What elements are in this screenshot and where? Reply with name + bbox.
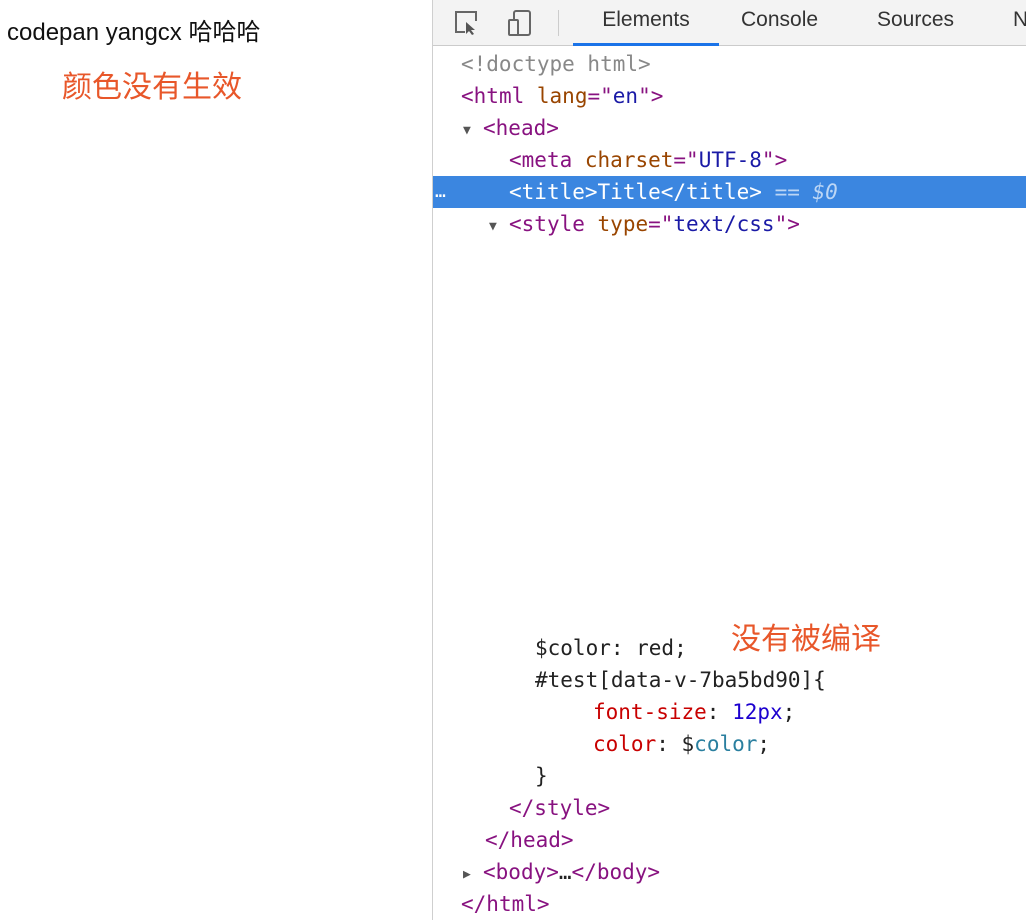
tab-sources[interactable]: Sources <box>877 0 954 46</box>
expand-triangle-icon[interactable]: ▼ <box>463 115 483 147</box>
dom-node-html-close[interactable]: </html> <box>433 888 1026 920</box>
dom-node-head-close[interactable]: </head> <box>433 824 1026 856</box>
attr-value: UTF-8 <box>698 148 762 172</box>
dom-node-style[interactable]: ▼ <style type="text/css"> <box>433 208 1026 240</box>
attr-value: en <box>612 84 639 108</box>
tag-name: body <box>596 860 648 884</box>
tag-name: title <box>521 180 585 204</box>
tag-name: style <box>521 212 585 236</box>
attr-name: charset <box>584 148 674 172</box>
css-property: color <box>593 732 657 756</box>
device-toolbar-icon[interactable] <box>506 9 534 37</box>
toolbar-divider <box>558 10 559 36</box>
tag-name: meta <box>521 148 573 172</box>
css-value: 12px <box>732 700 783 724</box>
title-text: Title <box>597 180 661 204</box>
page-heading: codepan yangcx 哈哈哈 <box>7 19 261 46</box>
tag-name: html <box>473 84 525 108</box>
collapsed-ellipsis[interactable]: … <box>559 860 572 884</box>
css-property: font-size <box>593 700 707 724</box>
attr-name: type <box>597 212 649 236</box>
dom-tree: <!doctype html> <html lang="en"> ▼ <head>… <box>433 46 1026 920</box>
tag-name: body <box>495 860 547 884</box>
devtools-panel: Elements Console Sources N <!doctype htm… <box>432 0 1026 920</box>
css-var-decl: $color: red; <box>535 636 687 660</box>
tag-name: head <box>510 828 561 852</box>
dom-node-title-selected[interactable]: … <title>Title</title> == $0 <box>433 176 1026 208</box>
more-options-icon[interactable]: … <box>435 176 446 208</box>
dom-node-doctype[interactable]: <!doctype html> <box>433 48 1026 80</box>
selected-node-marker: == $0 <box>774 180 838 204</box>
page-preview: codepan yangcx 哈哈哈 颜色没有生效 <box>0 0 432 920</box>
attr-name: lang <box>536 84 588 108</box>
dom-node-head[interactable]: ▼ <head> <box>433 112 1026 144</box>
expand-triangle-icon[interactable]: ▼ <box>489 211 509 243</box>
css-value: color <box>694 732 758 756</box>
css-text-font-size: font-size: 12px; <box>593 700 796 724</box>
css-text-selector: #test[data-v-7ba5bd90]{ <box>433 664 1026 696</box>
devtools-toolbar: Elements Console Sources N <box>433 0 1026 46</box>
dom-node-body[interactable]: ▶ <body>…</body> <box>433 856 1026 888</box>
dom-node-html[interactable]: <html lang="en"> <box>433 80 1026 112</box>
doctype-text: <!doctype html> <box>461 52 651 76</box>
css-close-brace: } <box>535 764 548 788</box>
attr-value: text/css <box>673 212 775 236</box>
inspect-element-icon[interactable] <box>453 9 481 37</box>
css-text-close-brace: } <box>433 760 1026 792</box>
expand-triangle-icon[interactable]: ▶ <box>463 859 483 891</box>
annotation-not-compiled: 没有被编译 <box>731 622 881 657</box>
dom-node-style-close[interactable]: </style> <box>433 792 1026 824</box>
css-selector: #test[data-v-7ba5bd90]{ <box>535 668 826 692</box>
annotation-color-not-applied: 颜色没有生效 <box>62 70 242 105</box>
tab-console[interactable]: Console <box>741 0 818 46</box>
dom-node-meta[interactable]: <meta charset="UTF-8"> <box>433 144 1026 176</box>
tag-name: head <box>495 116 547 140</box>
tag-name: html <box>486 892 537 916</box>
tag-name: style <box>534 796 598 820</box>
tab-elements[interactable]: Elements <box>573 0 719 46</box>
css-text-color: color: $color; <box>593 732 771 756</box>
css-value-prefix: $ <box>681 732 695 756</box>
tag-name: title <box>686 180 750 204</box>
tab-network[interactable]: N <box>1013 0 1026 46</box>
css-text-var-decl: $color: red; <box>433 632 1026 664</box>
